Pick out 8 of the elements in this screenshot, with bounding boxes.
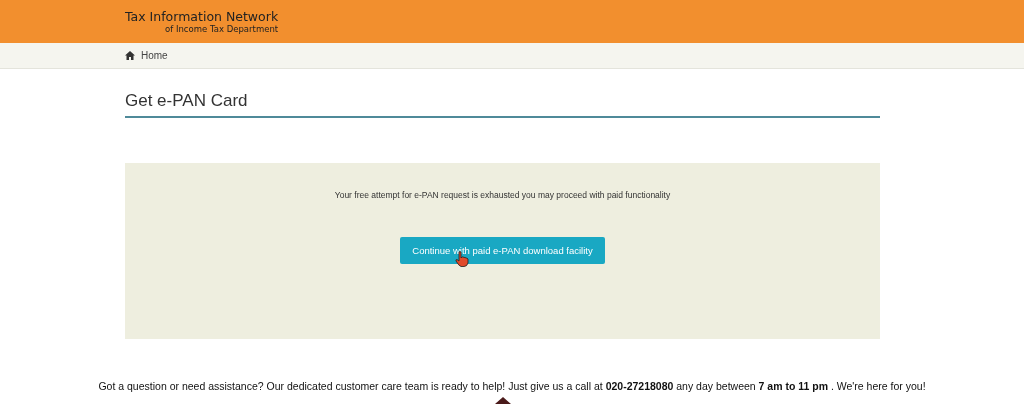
home-link[interactable]: Home bbox=[141, 50, 168, 61]
message-text: Your free attempt for e-PAN request is exhausted you may proceed with paid functionality bbox=[334, 190, 671, 200]
help-text: Got a question or need assistance? Our dedicated customer care team is ready to help! Just give us a call at 020-27218080 any day between 7 am to 11 pm . We're here for you! bbox=[98, 380, 926, 392]
scroll-up-icon[interactable] bbox=[495, 397, 511, 404]
site-title: Tax Information Network bbox=[125, 9, 279, 24]
page-title: Get e-PAN Card bbox=[125, 91, 880, 118]
site-subtitle: of Income Tax Department bbox=[165, 24, 279, 35]
home-icon bbox=[125, 51, 135, 60]
